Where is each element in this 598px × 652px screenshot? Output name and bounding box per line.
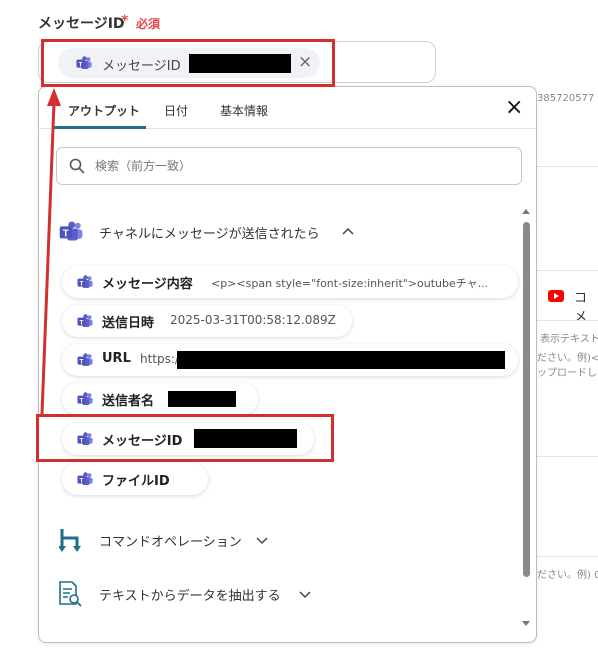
annotation-arrow bbox=[40, 88, 61, 415]
